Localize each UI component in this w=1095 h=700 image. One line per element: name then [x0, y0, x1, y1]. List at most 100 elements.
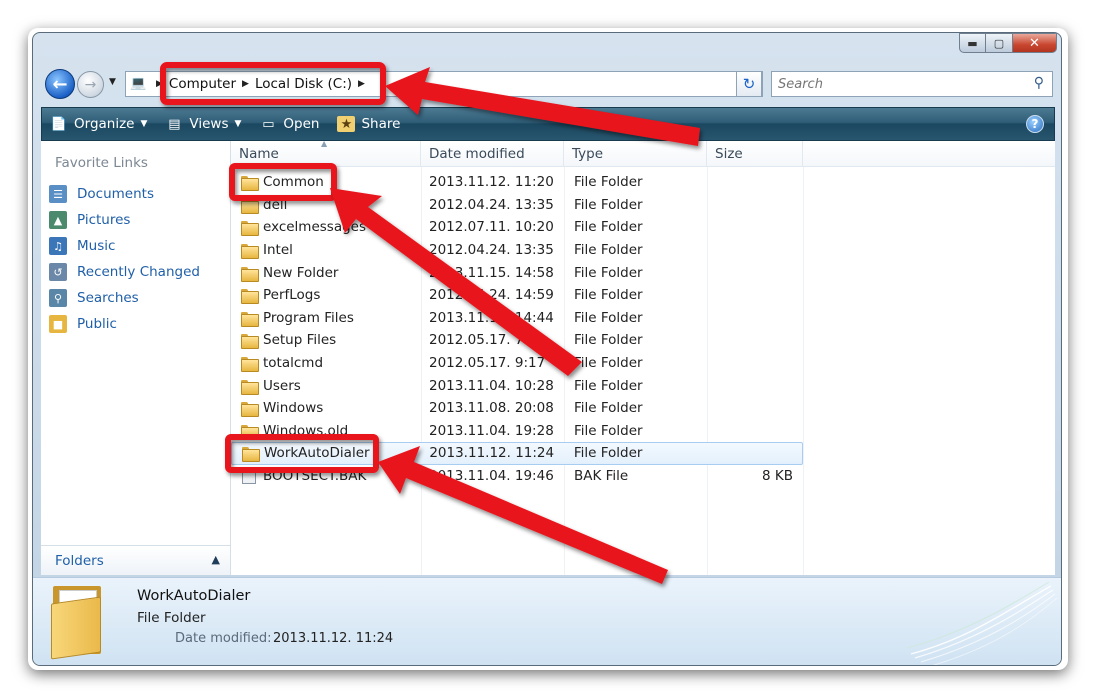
breadcrumb-computer[interactable]: Computer: [169, 76, 236, 92]
help-icon[interactable]: ?: [1026, 115, 1044, 133]
close-button[interactable]: ✕: [1013, 33, 1057, 53]
breadcrumb-separator-icon[interactable]: ▶: [242, 79, 249, 89]
file-row[interactable]: Intel 2012.04.24. 13:35 File Folder: [231, 239, 803, 262]
breadcrumb-separator-icon[interactable]: ▶: [358, 79, 365, 89]
file-type: File Folder: [574, 174, 643, 191]
sidebar-item-public[interactable]: ■ Public: [49, 311, 200, 337]
file-row[interactable]: BOOTSECT.BAK 2013.11.04. 19:46 BAK File 8 K…: [231, 465, 803, 488]
file-type: File Folder: [574, 219, 643, 236]
sidebar-item-label: Pictures: [77, 212, 131, 228]
sidebar-item-documents[interactable]: ☰ Documents: [49, 181, 200, 207]
folder-icon: [242, 446, 260, 463]
file-date-modified: 2012.04.24. 13:35: [429, 196, 554, 213]
file-row[interactable]: New Folder 2013.11.15. 14:58 File Folder: [231, 261, 803, 284]
file-date-modified: 2013.11.04. 19:28: [429, 422, 554, 439]
open-icon: ▭: [262, 116, 275, 132]
folder-icon: [241, 175, 259, 192]
refresh-button[interactable]: ↻: [736, 71, 762, 97]
views-label: Views: [189, 116, 229, 132]
column-header-name[interactable]: ▲ Name: [231, 139, 421, 167]
folders-toggle[interactable]: Folders ▲: [41, 545, 230, 575]
file-name-cell: totalcmd: [231, 355, 421, 373]
organize-label: Organize: [74, 116, 135, 132]
sidebar-item-pictures[interactable]: ▲ Pictures: [49, 207, 200, 233]
share-button[interactable]: ★ Share: [337, 116, 400, 132]
file-row[interactable]: excelmessages 2012.07.11. 10:20 File Folde…: [231, 216, 803, 239]
file-type: File Folder: [574, 242, 643, 259]
file-type: File Folder: [574, 377, 643, 394]
file-name-cell: Setup Files: [231, 332, 421, 350]
folder-icon: [241, 243, 259, 260]
column-header-label: Name: [239, 146, 279, 162]
file-row[interactable]: totalcmd 2012.05.17. 9:17 File Folder: [231, 352, 803, 375]
file-row[interactable]: Common 2013.11.12. 11:20 File Folder: [231, 171, 803, 194]
file-date-modified: 2012.05.17. 9:17: [429, 355, 546, 372]
recent-pages-dropdown[interactable]: ▼: [109, 77, 116, 87]
column-header-label: Date modified: [429, 146, 525, 162]
organize-button[interactable]: 📄 Organize ▼: [50, 116, 148, 132]
file-row[interactable]: Program Files 2013.11.15. 14:44 File Folde…: [231, 307, 803, 330]
address-bar[interactable]: 💻 ▶ Computer ▶ Local Disk (C:) ▶ ▼: [125, 71, 763, 97]
title-bar[interactable]: ▬ ▢ ✕: [33, 33, 1061, 63]
file-date-modified: 2013.11.08. 20:08: [429, 400, 554, 417]
search-input[interactable]: [778, 76, 1018, 92]
file-name: New Folder: [263, 264, 339, 281]
column-header-label: Size: [715, 146, 743, 162]
details-date-value: 2013.11.12. 11:24: [273, 631, 394, 646]
details-item-name: WorkAutoDialer: [137, 588, 251, 604]
column-headers: ▲ Name Date modified Type Size: [231, 139, 1055, 167]
file-row[interactable]: Users 2013.11.04. 10:28 File Folder: [231, 374, 803, 397]
file-type: BAK File: [574, 468, 629, 485]
back-arrow-icon: ←: [52, 73, 68, 95]
folders-label: Folders: [55, 552, 104, 569]
sidebar-item-music[interactable]: ♫ Music: [49, 233, 200, 259]
forward-arrow-icon: →: [84, 76, 97, 93]
sidebar-item-label: Documents: [77, 186, 154, 202]
file-row[interactable]: Windows 2013.11.08. 20:08 File Folder: [231, 397, 803, 420]
sidebar-item-label: Searches: [77, 290, 139, 306]
file-date-modified: 2013.11.12. 11:20: [429, 174, 554, 191]
back-button[interactable]: ←: [45, 69, 75, 99]
file-row[interactable]: dell 2012.04.24. 13:35 File Folder: [231, 194, 803, 217]
column-header-date-modified[interactable]: Date modified: [421, 141, 564, 167]
file-row[interactable]: Windows.old 2013.11.04. 19:28 File Folder: [231, 420, 803, 443]
file-name-cell: Users: [231, 378, 421, 395]
views-icon: ▤: [168, 116, 181, 132]
music-icon: ♫: [49, 237, 67, 255]
share-label: Share: [361, 116, 401, 132]
file-name: PerfLogs: [263, 287, 321, 304]
breadcrumb-local-disk[interactable]: Local Disk (C:): [255, 76, 352, 92]
column-header-size[interactable]: Size: [707, 141, 803, 167]
sidebar-item-searches[interactable]: ⚲ Searches: [49, 285, 200, 311]
search-icon[interactable]: ⚲: [1034, 75, 1044, 91]
sidebar-item-recently-changed[interactable]: ↺ Recently Changed: [49, 259, 200, 285]
folder-icon: [241, 198, 259, 214]
file-name-cell: Common: [231, 174, 421, 192]
maximize-button[interactable]: ▢: [986, 33, 1013, 53]
open-button[interactable]: ▭ Open: [259, 116, 319, 132]
file-date-modified: 2012.05.17. 7:58: [429, 332, 546, 349]
file-date-modified: 2013.11.04. 10:28: [429, 377, 554, 394]
file-name: Program Files: [263, 309, 354, 326]
decorative-swoosh: [906, 581, 1058, 665]
column-header-type[interactable]: Type: [564, 141, 707, 167]
file-date-modified: 2012.04.24. 13:35: [429, 242, 554, 259]
file-row[interactable]: PerfLogs 2012.04.24. 14:59 File Folder: [231, 284, 803, 307]
favorite-links-list: ☰ Documents ▲ Pictures ♫ Music ↺ Recentl…: [49, 181, 200, 337]
file-name-cell: New Folder: [231, 264, 421, 282]
file-date-modified: 2013.11.15. 14:58: [429, 264, 554, 281]
forward-button[interactable]: →: [77, 71, 104, 98]
chevron-down-icon: ▼: [234, 119, 242, 129]
file-row[interactable]: WorkAutoDialer 2013.11.12. 11:24 File Fold…: [231, 442, 803, 465]
file-row[interactable]: Setup Files 2012.05.17. 7:58 File Folder: [231, 329, 803, 352]
views-button[interactable]: ▤ Views ▼: [165, 116, 241, 132]
open-label: Open: [283, 116, 320, 132]
minimize-button[interactable]: ▬: [959, 33, 986, 53]
file-name-cell: PerfLogs: [231, 287, 421, 305]
file-name: dell: [263, 196, 288, 213]
file-name-cell: Intel: [231, 242, 421, 260]
details-item-type: File Folder: [137, 610, 206, 626]
column-divider: [803, 167, 804, 575]
file-type: File Folder: [573, 445, 643, 462]
breadcrumb-separator-icon[interactable]: ▶: [156, 79, 163, 89]
